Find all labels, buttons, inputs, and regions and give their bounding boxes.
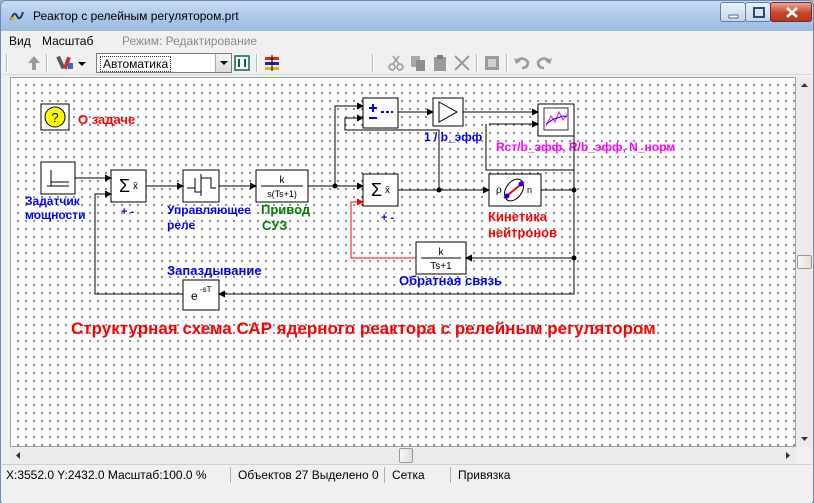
minimize-button[interactable] (720, 2, 746, 22)
question-icon: ? (51, 110, 58, 125)
toolbar-separator (46, 54, 48, 72)
up-arrow-icon[interactable] (24, 53, 44, 73)
block-diagram: ? О задаче Задатчик мощности Σ x̄ + - Уп… (25, 97, 675, 338)
sum2-signs: + - (381, 212, 394, 224)
mode-select[interactable]: Автоматика (96, 53, 232, 73)
menu-scale[interactable]: Масштаб (42, 34, 93, 48)
scroll-left-icon[interactable] (10, 447, 27, 464)
vertical-scrollbar[interactable] (796, 77, 813, 447)
comparator-block[interactable] (362, 97, 399, 129)
mode-select-value: Автоматика (100, 56, 172, 72)
status-separator (384, 467, 385, 483)
menu-bar: Вид Масштаб Режим: Редактирование (2, 31, 812, 51)
close-button[interactable] (770, 2, 812, 22)
relay-label-2: реле (167, 218, 195, 232)
delay-exp: -sT (200, 285, 212, 294)
plot-label: Rст/b_эфф, R/b_эфф, N_норм (496, 140, 675, 154)
toolbar-separator (506, 54, 508, 72)
kinetics-block[interactable]: ρ n (488, 173, 542, 207)
diagram-caption: Структурная схема САР ядерного реактора … (71, 319, 656, 338)
diagram-canvas[interactable]: ? О задаче Задатчик мощности Σ x̄ + - Уп… (10, 77, 796, 447)
plot-block[interactable] (537, 103, 575, 137)
status-bar: X:3552.0 Y:2432.0 Масштаб:100.0 % Объект… (2, 464, 812, 484)
app-window: Реактор с релейным регулятором.prt Вид М… (0, 0, 814, 503)
vertical-scroll-thumb[interactable] (797, 255, 812, 269)
scroll-up-icon[interactable] (796, 77, 813, 94)
delay-expr: e (191, 289, 198, 303)
horizontal-scroll-thumb[interactable] (399, 448, 413, 463)
status-separator (450, 467, 451, 483)
status-separator (230, 467, 231, 483)
svg-text:Σ: Σ (119, 176, 130, 196)
maximize-button[interactable] (745, 2, 771, 22)
sum1-signs: + - (121, 206, 134, 218)
horizontal-scrollbar[interactable] (10, 447, 796, 464)
dropdown-icon[interactable] (76, 53, 88, 73)
window-bottom (2, 484, 812, 503)
maximize-icon (753, 7, 765, 18)
grid-toggle-icon[interactable] (232, 53, 252, 73)
relay-label-1: Управляющее (167, 203, 251, 217)
sum2-block[interactable]: Σ x̄ (362, 173, 399, 207)
setpoint-label-1: Задатчик (25, 194, 81, 208)
feedback-label: Обратная связь (399, 273, 502, 288)
svg-text:Σ: Σ (371, 180, 382, 200)
kinetics-p: ρ (496, 185, 502, 196)
menu-view[interactable]: Вид (9, 34, 31, 48)
menu-mode: Режим: Редактирование (122, 34, 258, 48)
relay-block[interactable] (182, 169, 220, 203)
setpoint-block[interactable] (40, 161, 76, 195)
app-icon (10, 11, 24, 21)
scroll-right-icon[interactable] (779, 447, 796, 464)
status-coords: X:3552.0 Y:2432.0 Масштаб:100.0 % (6, 468, 207, 482)
kinetics-label-2: нейтронов (488, 225, 557, 240)
paste-icon[interactable] (430, 53, 450, 73)
toolbar-separator (476, 54, 478, 72)
window-title: Реактор с релейным регулятором.prt (33, 9, 239, 23)
chevron-down-icon (220, 61, 228, 65)
status-snap[interactable]: Привязка (458, 468, 510, 482)
feedback-block[interactable]: k Ts+1 (415, 241, 467, 275)
toolbar-grip (6, 54, 8, 72)
gain-label: 1 / b_эфф (424, 130, 483, 144)
scroll-down-icon[interactable] (796, 430, 813, 447)
title-bar[interactable]: Реактор с релейным регулятором.prt (1, 1, 813, 31)
svg-text:x̄: x̄ (133, 181, 138, 192)
delay-block[interactable]: e -sT (182, 279, 220, 311)
kinetics-label-1: Кинетика (488, 209, 548, 224)
kinetics-n: n (527, 185, 532, 195)
about-block[interactable]: ? (40, 103, 70, 131)
status-objects: Объектов 27 Выделено 0 (238, 468, 379, 482)
toolbar: Автоматика (2, 51, 812, 75)
layers-icon[interactable] (262, 53, 282, 73)
drive-tf-den: s(Ts+1) (267, 189, 297, 199)
properties-icon[interactable] (482, 53, 502, 73)
minimize-icon (728, 14, 739, 19)
delete-icon[interactable] (452, 53, 472, 73)
drive-block[interactable]: k s(Ts+1) (255, 169, 309, 203)
close-icon (786, 7, 798, 18)
undo-icon[interactable] (512, 53, 532, 73)
setpoint-label-2: мощности (25, 208, 86, 222)
gain-block[interactable] (432, 97, 464, 127)
drive-label-1: Привод (261, 202, 311, 217)
delay-label: Запаздывание (167, 263, 262, 278)
redo-icon[interactable] (534, 53, 554, 73)
tools-icon[interactable] (56, 53, 76, 73)
feedback-line (350, 198, 416, 259)
sum1-block[interactable]: Σ x̄ (110, 169, 147, 203)
feedback-tf-den: Ts+1 (430, 261, 452, 272)
cut-icon[interactable] (386, 53, 406, 73)
toolbar-separator (372, 54, 374, 72)
about-label[interactable]: О задаче (78, 112, 135, 127)
mode-select-dropdown[interactable] (215, 54, 231, 72)
drive-label-2: СУЗ (262, 218, 287, 233)
status-grid[interactable]: Сетка (392, 468, 425, 482)
toolbar-separator (256, 54, 258, 72)
copy-icon[interactable] (408, 53, 428, 73)
svg-text:x̄: x̄ (385, 185, 390, 196)
